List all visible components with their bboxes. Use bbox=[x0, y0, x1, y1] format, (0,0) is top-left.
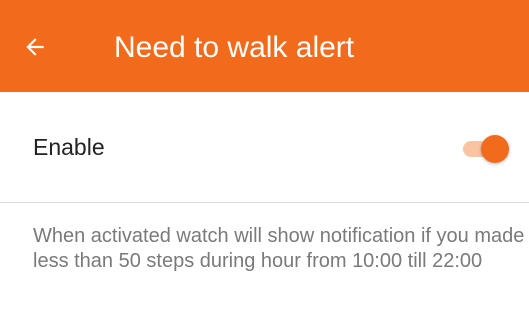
page-title: Need to walk alert bbox=[114, 31, 355, 64]
description-text: When activated watch will show notificat… bbox=[33, 225, 525, 272]
toggle-thumb bbox=[481, 135, 509, 163]
app-bar: Need to walk alert bbox=[0, 0, 529, 92]
enable-setting-row[interactable]: Enable bbox=[0, 92, 529, 202]
divider bbox=[0, 202, 529, 203]
enable-toggle[interactable] bbox=[461, 134, 511, 163]
back-button[interactable] bbox=[22, 26, 74, 68]
screen: Need to walk alert Enable When activated… bbox=[0, 0, 529, 323]
enable-label: Enable bbox=[33, 134, 105, 160]
arrow-left-icon bbox=[22, 34, 48, 60]
